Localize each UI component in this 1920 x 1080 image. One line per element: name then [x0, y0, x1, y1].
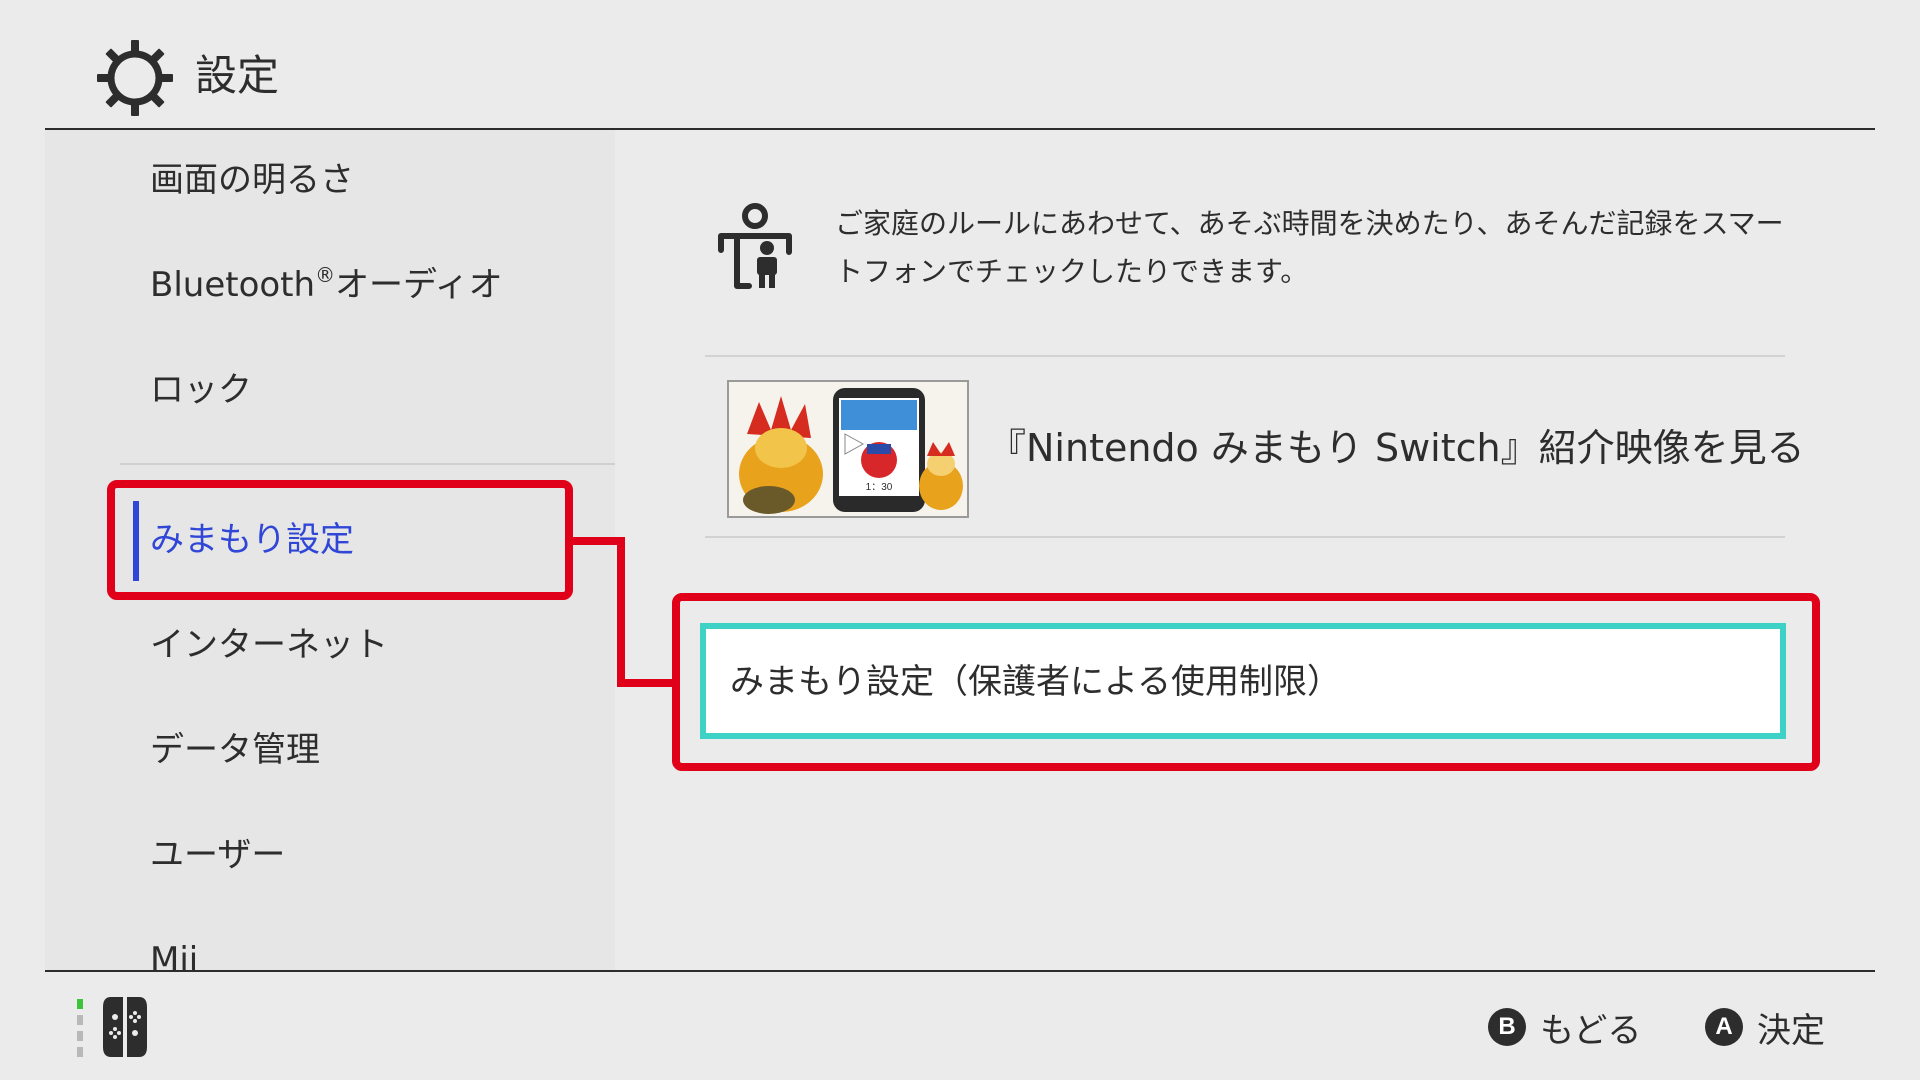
- joy-con-icon: [77, 997, 147, 1057]
- footer-divider: [45, 970, 1875, 972]
- content-divider: [705, 355, 1785, 357]
- content-divider: [705, 536, 1785, 538]
- back-hint[interactable]: B もどる: [1488, 1002, 1641, 1052]
- sidebar-item-mii[interactable]: Mii: [150, 935, 198, 970]
- b-button-icon: B: [1488, 1008, 1526, 1046]
- page-title: 設定: [195, 51, 280, 100]
- sidebar-item-brightness[interactable]: 画面の明るさ: [150, 155, 354, 205]
- ok-label: 決定: [1757, 1010, 1825, 1051]
- sidebar-item-lock[interactable]: ロック: [150, 365, 252, 415]
- header: 設定: [0, 0, 1920, 130]
- sidebar-item-users[interactable]: ユーザー: [150, 830, 285, 880]
- main-panel: ご家庭のルールにあわせて、あそぶ時間を決めたり、あそんだ記録をスマートフォンでチ…: [615, 130, 1875, 970]
- gear-icon: [97, 40, 173, 116]
- sidebar-item-internet[interactable]: インターネット: [150, 620, 388, 670]
- video-link[interactable]: 『Nintendo みまもり Switch』紹介映像を見る: [988, 420, 1805, 476]
- parental-controls-description: ご家庭のルールにあわせて、あそぶ時間を決めたり、あそんだ記録をスマートフォンでチ…: [835, 207, 1784, 288]
- sidebar-item-data-management[interactable]: データ管理: [150, 725, 320, 775]
- sidebar-item-label-suffix: オーディオ: [335, 265, 503, 305]
- highlight-box-option: [672, 593, 1820, 771]
- sidebar-divider: [120, 463, 615, 465]
- a-button-icon: A: [1705, 1008, 1743, 1046]
- back-label: もどる: [1540, 1010, 1642, 1051]
- parent-child-icon: [718, 203, 792, 289]
- sidebar-item-label: Bluetooth: [150, 265, 316, 305]
- highlight-connector: [573, 537, 673, 687]
- registered-mark: ®: [315, 263, 336, 287]
- ok-hint[interactable]: A 決定: [1705, 1002, 1825, 1052]
- settings-screen: 設定 画面の明るさ Bluetooth®オーディオ ロック みまもり設定 インタ…: [0, 0, 1920, 1080]
- video-duration: 1：30: [866, 482, 893, 493]
- highlight-box-sidebar: [107, 480, 573, 600]
- video-thumbnail[interactable]: 1：30: [727, 380, 969, 518]
- sidebar-item-bluetooth-audio[interactable]: Bluetooth®オーディオ: [150, 260, 503, 310]
- video-thumbnail-art: 1：30: [729, 382, 967, 516]
